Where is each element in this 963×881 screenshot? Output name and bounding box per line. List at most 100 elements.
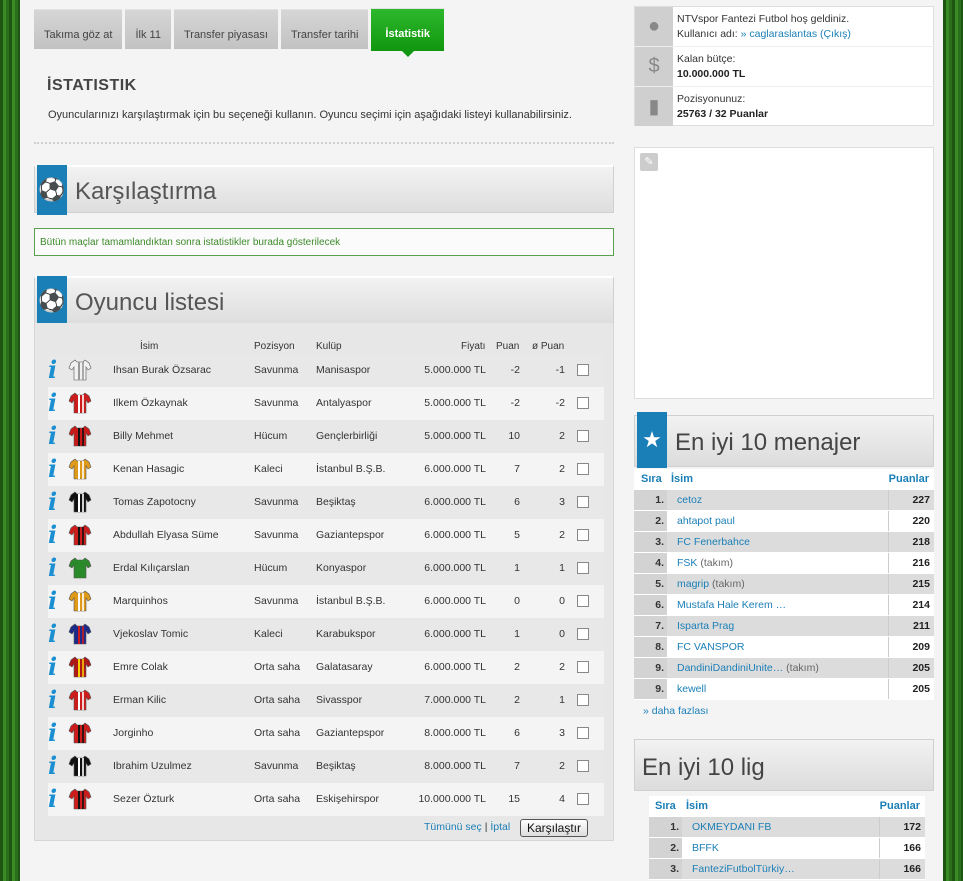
- player-select-checkbox[interactable]: [577, 496, 589, 508]
- player-kick-icon: ⚽: [37, 276, 67, 326]
- tab-statistics[interactable]: İstatistik: [371, 8, 445, 57]
- player-select-checkbox[interactable]: [577, 628, 589, 640]
- player-position: Savunma: [254, 397, 299, 409]
- player-avg-points: 3: [559, 496, 565, 508]
- league-link[interactable]: BFFK: [692, 842, 719, 854]
- manager-link[interactable]: FC Fenerbahce: [677, 536, 750, 548]
- info-icon[interactable]: i: [48, 622, 64, 646]
- page: Takıma göz at İlk 11 Transfer piyasası T…: [20, 0, 943, 881]
- info-icon[interactable]: i: [48, 556, 64, 580]
- info-icon[interactable]: i: [48, 688, 64, 712]
- player-price: 6.000.000 TL: [424, 496, 486, 508]
- manager-points: 216: [888, 553, 934, 573]
- position-row: ▮ Pozisyonunuz: 25763 / 32 Puanlar: [635, 87, 935, 127]
- tab-transfer-market[interactable]: Transfer piyasası: [173, 9, 278, 49]
- manager-row: 6. Mustafa Hale Kerem … 214: [634, 595, 934, 616]
- tab-transfer-history[interactable]: Transfer tarihi: [280, 9, 369, 49]
- compare-button[interactable]: Karşılaştır: [520, 819, 589, 837]
- player-select-checkbox[interactable]: [577, 529, 589, 541]
- player-position: Orta saha: [254, 661, 301, 673]
- player-select-checkbox[interactable]: [577, 694, 589, 706]
- player-name: Erdal Kılıçarslan: [113, 562, 190, 574]
- manager-link[interactable]: FC VANSPOR: [677, 641, 744, 653]
- player-position: Hücum: [254, 562, 288, 574]
- manager-link[interactable]: DandiniDandiniUnite…: [677, 662, 783, 674]
- manager-name-cell: FC Fenerbahce: [677, 536, 750, 548]
- player-name: Vjekoslav Tomic: [113, 628, 189, 640]
- top-managers-title: En iyi 10 menajer: [675, 429, 861, 456]
- comparison-notice: Bütün maçlar tamamlandıktan sonra istati…: [34, 228, 614, 256]
- player-price: 6.000.000 TL: [424, 529, 486, 541]
- league-rank: 3.: [649, 859, 682, 879]
- player-select-checkbox[interactable]: [577, 562, 589, 574]
- manager-link[interactable]: kewell: [677, 683, 706, 695]
- manager-link[interactable]: Isparta Prag: [677, 620, 734, 632]
- player-select-checkbox[interactable]: [577, 661, 589, 673]
- player-name: Marquinhos: [113, 595, 168, 607]
- manager-name-cell: DandiniDandiniUnite… (takım): [677, 662, 819, 674]
- player-select-checkbox[interactable]: [577, 430, 589, 442]
- league-rank: 1.: [649, 817, 682, 837]
- player-select-checkbox[interactable]: [577, 727, 589, 739]
- player-select-checkbox[interactable]: [577, 463, 589, 475]
- player-position: Orta saha: [254, 694, 301, 706]
- info-icon[interactable]: i: [48, 787, 64, 811]
- player-select-checkbox[interactable]: [577, 760, 589, 772]
- more-link[interactable]: » daha fazlası: [643, 705, 708, 717]
- tab-first-eleven[interactable]: İlk 11: [125, 9, 171, 49]
- manager-rank: 3.: [634, 532, 667, 552]
- manager-rank: 1.: [634, 490, 667, 510]
- manager-rank: 8.: [634, 637, 667, 657]
- player-club: Galatasaray: [316, 661, 373, 673]
- player-select-checkbox[interactable]: [577, 595, 589, 607]
- league-link[interactable]: OKMEYDANI FB: [692, 821, 771, 833]
- player-row: i Ihsan Burak Özsarac Savunma Manisaspor 5.0…: [48, 354, 604, 387]
- info-icon[interactable]: i: [48, 424, 64, 448]
- league-points: 172: [879, 817, 925, 837]
- info-icon[interactable]: i: [48, 457, 64, 481]
- manager-row: 4. FSK (takım) 216: [634, 553, 934, 574]
- player-select-checkbox[interactable]: [577, 397, 589, 409]
- player-avg-points: 2: [559, 661, 565, 673]
- player-row: i Kenan Hasagic Kaleci İstanbul B.Ş.B. 6.000…: [48, 453, 604, 486]
- manager-link[interactable]: FSK: [677, 557, 697, 569]
- manager-row: 7. Isparta Prag 211: [634, 616, 934, 637]
- manager-rank: 2.: [634, 511, 667, 531]
- money-icon: $: [635, 47, 673, 86]
- logout-link[interactable]: (Çıkış): [820, 28, 851, 40]
- player-name: Ilkem Özkaynak: [113, 397, 188, 409]
- manager-link[interactable]: cetoz: [677, 494, 702, 506]
- player-name: Ihsan Burak Özsarac: [113, 364, 212, 376]
- info-icon[interactable]: i: [48, 358, 64, 382]
- info-icon[interactable]: i: [48, 490, 64, 514]
- star-icon: ★: [637, 412, 667, 468]
- player-select-checkbox[interactable]: [577, 793, 589, 805]
- player-select-checkbox[interactable]: [577, 364, 589, 376]
- cancel-link[interactable]: İptal: [490, 821, 510, 833]
- player-price: 5.000.000 TL: [424, 397, 486, 409]
- budget-row: $ Kalan bütçe: 10.000.000 TL: [635, 47, 935, 87]
- manager-link[interactable]: ahtapot paul: [677, 515, 735, 527]
- manager-link[interactable]: Mustafa Hale Kerem …: [677, 599, 786, 611]
- manager-points: 227: [888, 490, 934, 510]
- player-points: 5: [514, 529, 520, 541]
- jersey-icon: [68, 391, 92, 415]
- player-position: Orta saha: [254, 793, 301, 805]
- info-icon[interactable]: i: [48, 589, 64, 613]
- info-icon[interactable]: i: [48, 721, 64, 745]
- info-icon[interactable]: i: [48, 523, 64, 547]
- jersey-icon: [68, 721, 92, 745]
- info-icon[interactable]: i: [48, 655, 64, 679]
- tab-team-overview[interactable]: Takıma göz at: [34, 9, 123, 49]
- jersey-icon: [68, 622, 92, 646]
- manager-link[interactable]: magrip: [677, 578, 709, 590]
- info-icon[interactable]: i: [48, 754, 64, 778]
- username-link[interactable]: » caglaraslantas: [741, 28, 817, 40]
- player-avg-points: 2: [559, 430, 565, 442]
- league-rank: 2.: [649, 838, 682, 858]
- jersey-icon: [68, 655, 92, 679]
- select-all-link[interactable]: Tümünü seç: [424, 821, 482, 833]
- league-link[interactable]: FanteziFutbolTürkiy…: [692, 863, 795, 875]
- info-icon[interactable]: i: [48, 391, 64, 415]
- user-panel: ● NTVspor Fantezi Futbol hoş geldiniz. K…: [634, 6, 935, 127]
